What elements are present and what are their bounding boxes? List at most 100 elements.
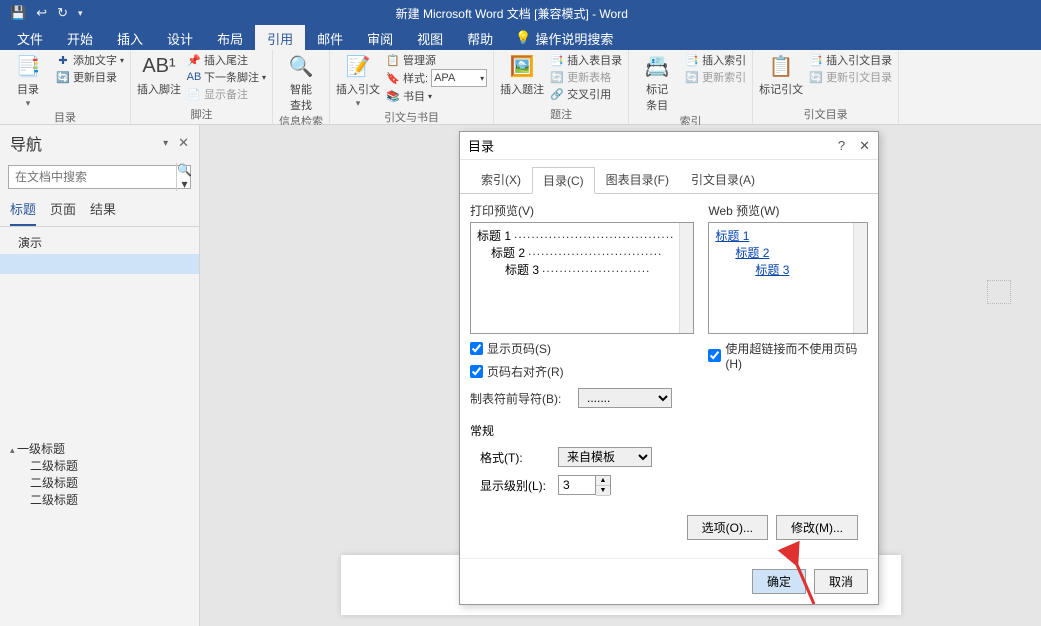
bulb-icon: 💡 [515,30,531,46]
levels-input[interactable] [559,476,595,494]
web-link: 标题 1 [715,227,861,244]
redo-icon[interactable]: ↻ [57,5,68,21]
tab-layout[interactable]: 布局 [205,25,255,52]
modify-button[interactable]: 修改(M)... [776,515,858,540]
update-table-button[interactable]: 🔄更新表格 [550,69,622,85]
help-icon[interactable]: ? [838,138,845,154]
ok-button[interactable]: 确定 [752,569,806,594]
tab-references[interactable]: 引用 [255,25,305,52]
search-button[interactable]: 🔍▾ [176,163,192,191]
spin-up-icon[interactable]: ▲ [596,476,610,486]
tree-lvl2[interactable]: 二级标题 [10,474,189,491]
ribbon: 📑 目录 ▾ ✚添加文字 ▾ 🔄更新目录 目录 AB¹ 插入脚注 📌插入尾注 A… [0,50,1041,125]
tab-file[interactable]: 文件 [5,25,55,52]
dialog-tab-index[interactable]: 索引(X) [470,166,532,193]
levels-label: 显示级别(L): [480,477,550,494]
tree-lvl1[interactable]: 一级标题 [10,440,189,457]
tab-design[interactable]: 设计 [155,25,205,52]
format-dropdown[interactable]: 来自模板 [558,447,652,467]
insert-footnote-button[interactable]: AB¹ 插入脚注 [137,52,181,97]
close-icon[interactable]: ✕ [178,135,189,151]
next-footnote-button[interactable]: AB下一条脚注 ▾ [187,69,266,85]
use-hyperlink-checkbox[interactable]: 使用超链接而不使用页码(H) [708,340,868,371]
insert-index-icon: 📑 [685,53,699,67]
insert-endnote-button[interactable]: 📌插入尾注 [187,52,266,68]
print-preview-label: 打印预览(V) [470,202,694,219]
dialog-title: 目录 [468,136,494,155]
insert-index-button[interactable]: 📑插入索引 [685,52,746,68]
tree-lvl2[interactable]: 二级标题 [10,457,189,474]
toc-button[interactable]: 📑 目录 ▾ [6,52,50,109]
nav-tab-headings[interactable]: 标题 [10,199,36,226]
search-input[interactable] [9,170,176,184]
undo-icon[interactable]: ↩ [36,5,47,21]
navigation-pane: 导航 ▾ ✕ 🔍▾ 标题 页面 结果 演示 一级标题 二级标题 二级标题 二级标… [0,125,200,626]
tab-home[interactable]: 开始 [55,25,105,52]
group-label-caption: 题注 [500,106,622,124]
leader-dropdown[interactable]: ....... [578,388,672,408]
nav-item-selected[interactable] [0,254,199,274]
scrollbar[interactable] [853,223,867,333]
nav-tab-results[interactable]: 结果 [90,199,116,226]
save-icon[interactable]: 💾 [10,5,26,21]
dialog-tab-toc[interactable]: 目录(C) [532,167,595,194]
show-notes-button[interactable]: 📄显示备注 [187,86,266,102]
update-toc-button[interactable]: 🔄更新目录 [56,69,124,85]
web-preview-label: Web 预览(W) [708,202,868,219]
tell-me[interactable]: 💡 操作说明搜索 [515,29,613,48]
caption-icon: 🖼️ [508,52,536,80]
dialog-tab-authorities[interactable]: 引文目录(A) [680,166,766,193]
update-index-button[interactable]: 🔄更新索引 [685,69,746,85]
scrollbar[interactable] [679,223,693,333]
manage-sources-button[interactable]: 📋管理源 [386,52,487,68]
mark-citation-button[interactable]: 📋 标记引文 [759,52,803,97]
window-title: 新建 Microsoft Word 文档 [兼容模式] - Word [83,5,941,22]
tab-help[interactable]: 帮助 [455,25,505,52]
update-icon: 🔄 [809,70,823,84]
spin-down-icon[interactable]: ▼ [596,486,610,496]
show-pagenum-checkbox[interactable]: 显示页码(S) [470,340,694,357]
insert-citation-button[interactable]: 📝 插入引文 ▾ [336,52,380,109]
tree-lvl2[interactable]: 二级标题 [10,491,189,508]
nav-dropdown-icon[interactable]: ▾ [163,138,168,149]
style-dropdown[interactable]: APA▾ [431,69,487,87]
qat-dropdown-icon[interactable]: ▾ [78,8,83,19]
citation-icon: 📝 [344,52,372,80]
insert-caption-button[interactable]: 🖼️ 插入题注 [500,52,544,97]
cross-reference-button[interactable]: 🔗交叉引用 [550,86,622,102]
web-link: 标题 3 [715,261,861,278]
general-section: 常规 [470,422,868,439]
add-text-button[interactable]: ✚添加文字 ▾ [56,52,124,68]
toc-icon: 📑 [14,52,42,80]
bibliography-button[interactable]: 📚书目 ▾ [386,88,487,104]
tab-review[interactable]: 审阅 [355,25,405,52]
cross-icon: 🔗 [550,87,564,101]
add-text-icon: ✚ [56,53,70,67]
levels-spinner[interactable]: ▲▼ [558,475,611,495]
mark-entry-button[interactable]: 📇 标记 条目 [635,52,679,113]
nav-item[interactable]: 演示 [0,231,199,254]
tab-mailings[interactable]: 邮件 [305,25,355,52]
insert-toa-button[interactable]: 📑插入引文目录 [809,52,892,68]
endnote-icon: 📌 [187,53,201,67]
group-label-footnote: 脚注 [137,106,266,124]
search-icon: 🔍 [287,52,315,80]
insert-table-figures-button[interactable]: 📑插入表目录 [550,52,622,68]
update-toa-button[interactable]: 🔄更新引文目录 [809,69,892,85]
cancel-button[interactable]: 取消 [814,569,868,594]
title-bar: 💾 ↩ ↻ ▾ 新建 Microsoft Word 文档 [兼容模式] - Wo… [0,0,1041,26]
close-icon[interactable]: ✕ [859,138,870,154]
nav-tab-pages[interactable]: 页面 [50,199,76,226]
right-align-checkbox[interactable]: 页码右对齐(R) [470,363,694,380]
update-icon: 🔄 [56,70,70,84]
tab-view[interactable]: 视图 [405,25,455,52]
options-button[interactable]: 选项(O)... [687,515,768,540]
toa-icon: 📑 [809,53,823,67]
dialog-tab-figures[interactable]: 图表目录(F) [595,166,680,193]
chevron-down-icon: ▾ [26,98,31,109]
quick-access-toolbar: 💾 ↩ ↻ ▾ [0,5,83,21]
nav-search[interactable]: 🔍▾ [8,165,191,189]
smart-lookup-button[interactable]: 🔍 智能 查找 [279,52,323,113]
nav-title: 导航 [10,131,42,155]
tab-insert[interactable]: 插入 [105,25,155,52]
